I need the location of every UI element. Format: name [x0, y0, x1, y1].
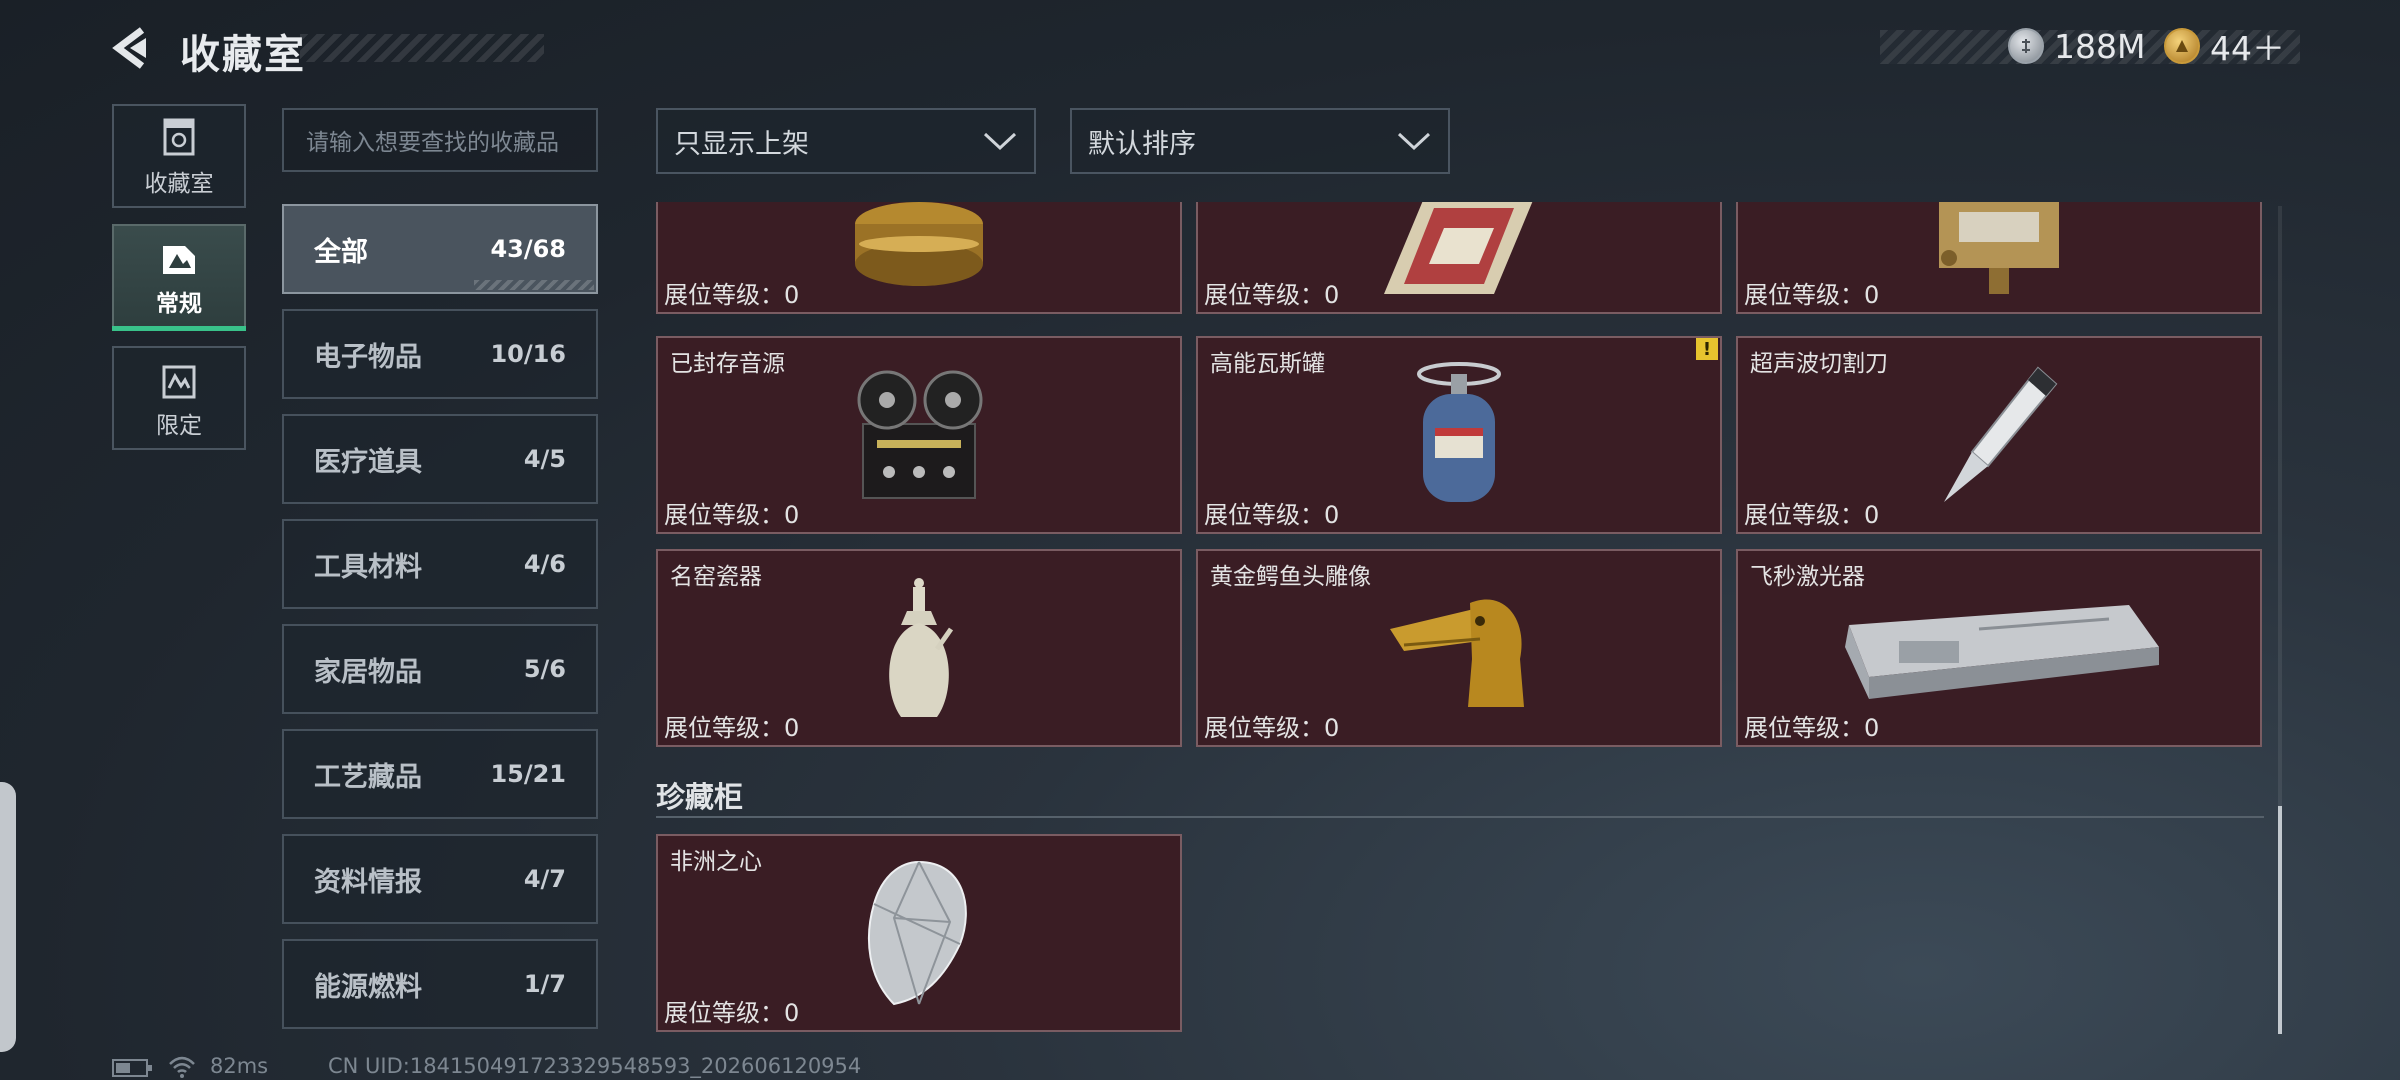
- booth-level: 展位等级：0: [1204, 281, 1340, 309]
- booth-level: 展位等级：0: [1744, 714, 1880, 742]
- category-count: 4/5: [523, 445, 566, 473]
- booth-level: 展位等级：0: [1744, 281, 1880, 309]
- category-count: 5/6: [523, 655, 566, 683]
- category-name: 全部: [314, 236, 368, 268]
- category-name: 能源燃料: [314, 971, 422, 1003]
- nav-limited[interactable]: 限定: [112, 346, 246, 450]
- category-name: 工艺藏品: [314, 761, 422, 793]
- brass-device-icon: [1939, 202, 2059, 294]
- collection-card[interactable]: 名窑瓷器 展位等级：0: [656, 549, 1182, 747]
- collection-card[interactable]: 超声波切割刀 展位等级：0: [1736, 336, 2262, 534]
- regular-icon: [163, 246, 195, 274]
- nav-label: 常规: [156, 291, 202, 317]
- booth-level: 展位等级：0: [664, 714, 800, 742]
- category-household[interactable]: 家居物品 5/6: [282, 624, 598, 714]
- side-drawer-handle[interactable]: [0, 782, 16, 1052]
- item-name: 已封存音源: [670, 351, 785, 377]
- porcelain-vase-icon: [889, 578, 954, 717]
- booth-level: 展位等级：0: [1204, 714, 1340, 742]
- gold-amount: 44＋: [2210, 29, 2285, 68]
- category-intel[interactable]: 资料情报 4/7: [282, 834, 598, 924]
- category-count: 15/21: [490, 760, 566, 788]
- booth-level: 展位等级：0: [664, 501, 800, 529]
- collection-card[interactable]: 展位等级：0: [1736, 202, 2262, 314]
- category-name: 电子物品: [314, 341, 422, 373]
- collection-card[interactable]: 黄金鳄鱼头雕像 展位等级：0: [1196, 549, 1722, 747]
- chevron-down-icon: [1397, 132, 1431, 151]
- limited-icon: [162, 365, 196, 399]
- category-name: 资料情报: [314, 866, 422, 898]
- category-tools[interactable]: 工具材料 4/6: [282, 519, 598, 609]
- section-title: 珍藏柜: [656, 780, 744, 814]
- collection-card[interactable]: 高能瓦斯罐 ! 展位等级：0: [1196, 336, 1722, 534]
- battery-icon: [112, 1059, 152, 1077]
- category-count: 4/6: [523, 550, 566, 578]
- currency-gold[interactable]: 44＋: [2164, 24, 2285, 68]
- diamond-icon: [868, 860, 967, 1006]
- reel-tape-recorder-icon: [857, 370, 983, 499]
- silver-amount: 188M: [2054, 26, 2146, 66]
- wifi-icon: [169, 1056, 195, 1078]
- category-count: 4/7: [523, 865, 566, 893]
- uid-text: CN UID:18415049172332954859​3_2026061209…: [328, 1054, 862, 1078]
- category-crafts[interactable]: 工艺藏品 15/21: [282, 729, 598, 819]
- shelf-filter-dropdown[interactable]: 只显示上架: [656, 108, 1036, 174]
- nav-collection-room[interactable]: 收藏室: [112, 104, 246, 208]
- category-electronics[interactable]: 电子物品 10/16: [282, 309, 598, 399]
- item-name: 黄金鳄鱼头雕像: [1210, 564, 1371, 590]
- gold-crocodile-statue-icon: [1390, 599, 1524, 707]
- scrollbar-thumb[interactable]: [2278, 806, 2282, 1034]
- collection-card[interactable]: 已封存音源 展位等级：0: [656, 336, 1182, 534]
- ping-text: 82ms: [210, 1054, 269, 1078]
- shelf-filter-value: 只显示上架: [674, 128, 809, 160]
- collection-card[interactable]: 展位等级：0: [1196, 202, 1722, 314]
- item-name: 超声波切割刀: [1750, 351, 1888, 377]
- booth-level: 展位等级：0: [1204, 501, 1340, 529]
- ornate-box-icon: [1384, 202, 1533, 294]
- category-name: 家居物品: [314, 656, 422, 688]
- category-count: 10/16: [490, 340, 566, 368]
- booth-level: 展位等级：0: [664, 281, 800, 309]
- category-name: 医疗道具: [314, 446, 422, 478]
- gold-tin-icon: [855, 202, 983, 286]
- category-name: 工具材料: [314, 551, 422, 583]
- search-placeholder: 请输入想要查找的收藏品: [306, 130, 559, 156]
- item-name: 非洲之心: [670, 849, 762, 875]
- collection-card[interactable]: 展位等级：0: [656, 202, 1182, 314]
- treasure-card[interactable]: 非洲之心 展位等级：0: [656, 834, 1182, 1032]
- category-fuel[interactable]: 能源燃料 1/7: [282, 939, 598, 1029]
- warning-badge-icon: !: [1696, 338, 1718, 360]
- search-input[interactable]: 请输入想要查找的收藏品: [282, 108, 598, 172]
- section-divider: [656, 816, 2264, 818]
- category-all[interactable]: 全部 43/68: [282, 204, 598, 294]
- nav-label: 收藏室: [144, 171, 214, 197]
- sort-value: 默认排序: [1088, 128, 1196, 160]
- page-title: 收藏室: [180, 32, 306, 78]
- category-medical[interactable]: 医疗道具 4/5: [282, 414, 598, 504]
- item-name: 名窑瓷器: [670, 564, 762, 590]
- femtosecond-laser-icon: [1845, 605, 2159, 699]
- collection-room-icon: [163, 118, 195, 156]
- nav-label: 限定: [156, 413, 202, 439]
- gas-canister-icon: [1417, 362, 1501, 502]
- booth-level: 展位等级：0: [664, 999, 800, 1027]
- booth-level: 展位等级：0: [1744, 501, 1880, 529]
- sort-dropdown[interactable]: 默认排序: [1070, 108, 1450, 174]
- back-arrow-icon[interactable]: [108, 24, 152, 72]
- currency-silver[interactable]: 188M: [2008, 24, 2145, 68]
- collection-card[interactable]: 飞秒激光器 展位等级：0: [1736, 549, 2262, 747]
- item-name: 高能瓦斯罐: [1210, 351, 1325, 377]
- nav-active-indicator: [112, 326, 246, 331]
- title-decoration: [300, 34, 544, 62]
- gold-coin-icon: [2164, 28, 2200, 64]
- chevron-down-icon: [983, 132, 1017, 151]
- category-count: 43/68: [490, 235, 566, 263]
- ultrasonic-cutter-icon: [1944, 366, 2058, 502]
- silver-coin-icon: [2008, 28, 2044, 64]
- nav-regular[interactable]: 常规: [112, 224, 246, 328]
- category-count: 1/7: [523, 970, 566, 998]
